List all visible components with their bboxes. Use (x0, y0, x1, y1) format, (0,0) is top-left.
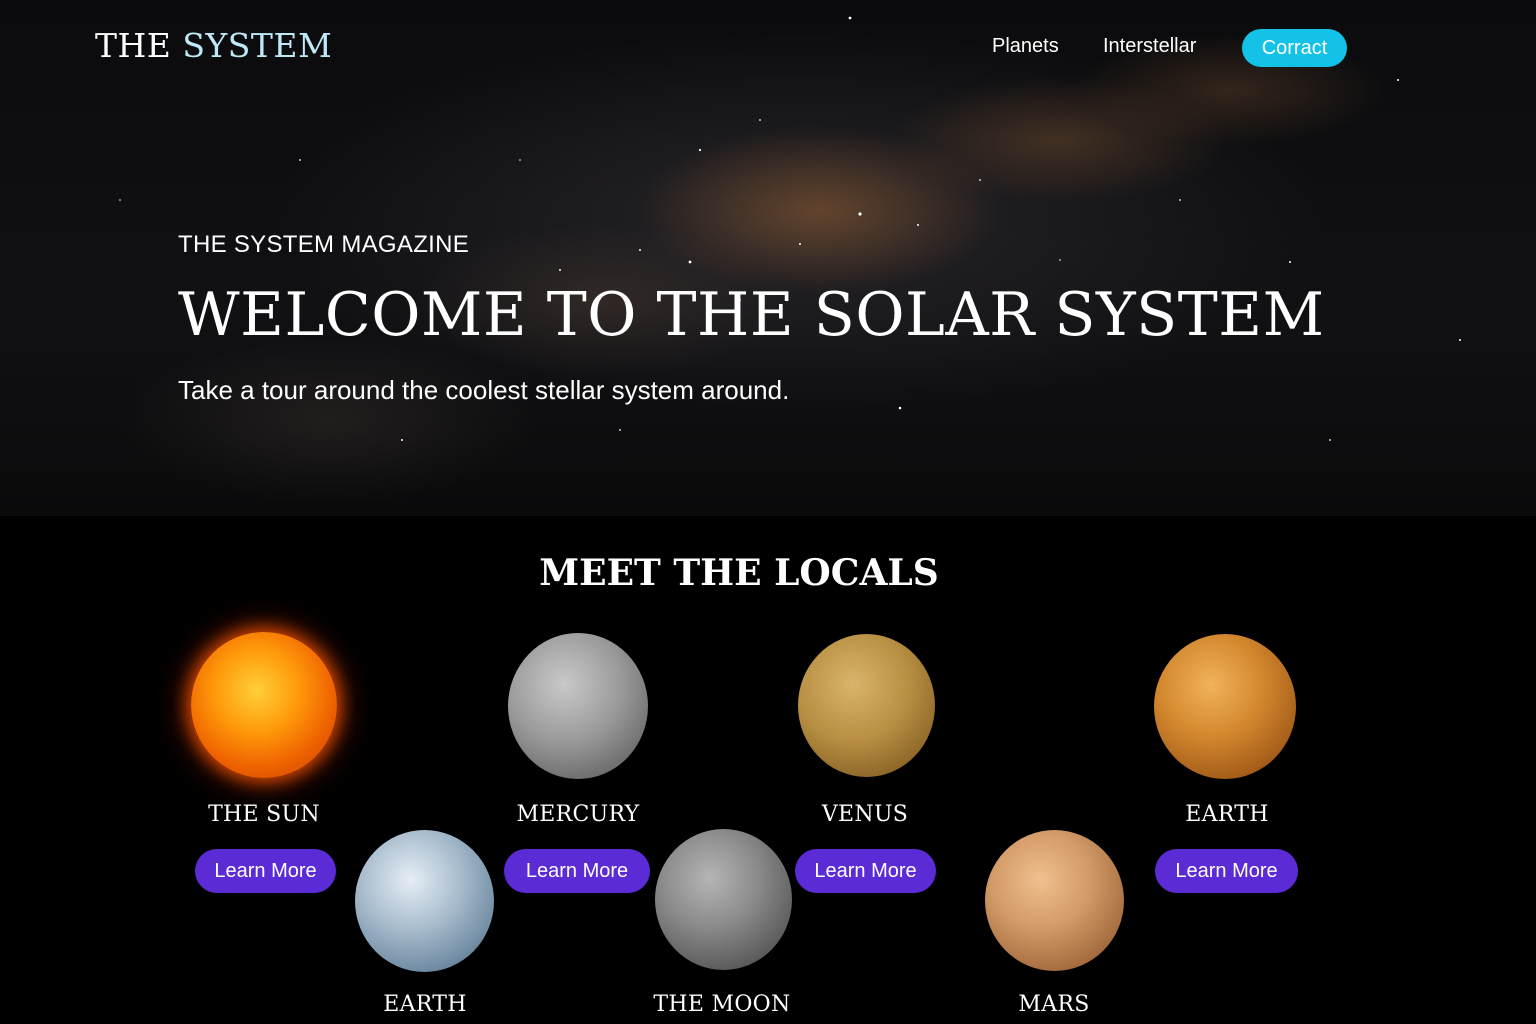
planet-name-mercury: MERCURY (516, 802, 640, 827)
logo-word-the: THE (95, 26, 172, 65)
learn-more-button-mercury[interactable]: Learn More (504, 849, 650, 893)
planet-name-earth-top: EARTH (1185, 802, 1269, 827)
learn-more-button-earth[interactable]: Learn More (1155, 849, 1298, 893)
hero-subtitle: Take a tour around the coolest stellar s… (178, 375, 790, 405)
moon-image (655, 829, 792, 970)
hero-title: WELCOME TO THE SOLAR SYSTEM (178, 280, 1325, 350)
planet-name-venus: VENUS (821, 802, 909, 827)
earth-image-bottom (355, 830, 494, 972)
venus-image (798, 634, 935, 777)
sun-image (191, 632, 337, 778)
site-logo[interactable]: THE SYSTEM (95, 26, 332, 65)
planet-name-moon: THE MOON (653, 992, 791, 1017)
earth-image-top (1154, 634, 1296, 779)
learn-more-button-sun[interactable]: Learn More (195, 849, 336, 893)
section-title-meet-the-locals: MEET THE LOCALS (539, 552, 939, 594)
planet-name-mars: MARS (1018, 992, 1090, 1017)
nav-link-interstellar[interactable]: Interstellar (1103, 35, 1196, 58)
mercury-image (508, 633, 648, 779)
planet-name-earth-bottom: EARTH (383, 992, 467, 1017)
hero-kicker: THE SYSTEM MAGAZINE (178, 231, 470, 258)
planet-name-sun: THE SUN (208, 802, 320, 827)
learn-more-button-venus[interactable]: Learn More (795, 849, 936, 893)
mars-image (985, 830, 1124, 971)
nav-link-planets[interactable]: Planets (992, 35, 1059, 58)
logo-word-system: SYSTEM (182, 26, 333, 65)
contact-button[interactable]: Corract (1242, 29, 1347, 67)
page: THE SYSTEM Planets Interstellar Corract … (0, 0, 1536, 1024)
hero-section: THE SYSTEM Planets Interstellar Corract … (0, 0, 1536, 516)
